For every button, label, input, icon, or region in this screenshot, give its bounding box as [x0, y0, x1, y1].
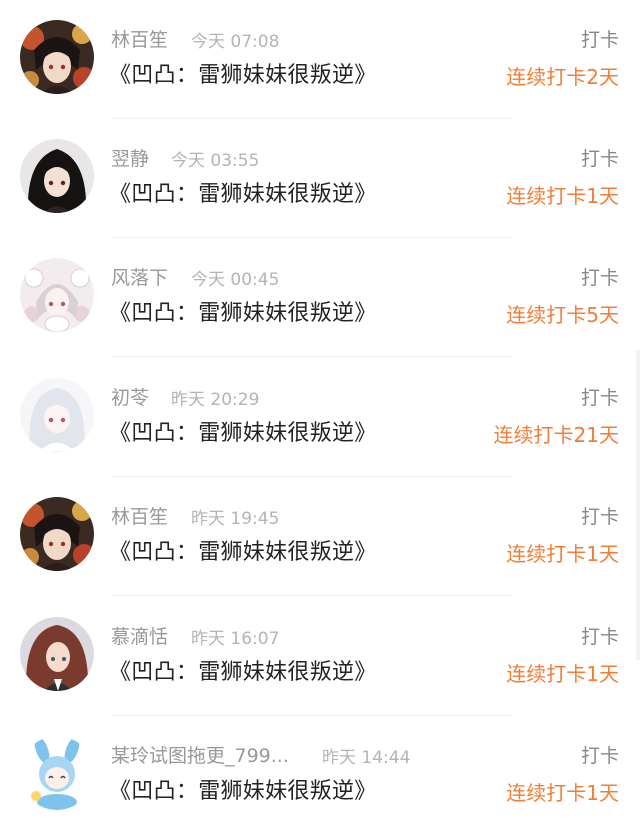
checkin-label: 打卡: [580, 745, 619, 767]
streak-badge: 连续打卡5天: [506, 303, 619, 327]
book-title[interactable]: 《凹凸：雷狮妹妹很叛逆》: [109, 176, 377, 208]
checkin-time: 昨天 16:07: [191, 629, 280, 649]
streak-badge: 连续打卡1天: [506, 781, 619, 805]
checkin-label: 打卡: [580, 506, 619, 528]
streak-badge: 连续打卡2天: [506, 65, 619, 89]
checkin-row[interactable]: 林百笙 今天 07:08 《凹凸：雷狮妹妹很叛逆》 打卡 连续打卡2天: [0, 4, 640, 124]
streak-badge: 连续打卡1天: [506, 662, 619, 686]
checkin-time: 今天 07:08: [191, 32, 280, 52]
book-title[interactable]: 《凹凸：雷狮妹妹很叛逆》: [109, 773, 377, 805]
checkin-row[interactable]: 某玲试图拖更_799... 昨天 14:44 《凹凸：雷狮妹妹很叛逆》 打卡 连…: [0, 720, 640, 838]
checkin-list: 林百笙 今天 07:08 《凹凸：雷狮妹妹很叛逆》 打卡 连续打卡2天 翌静 今…: [0, 0, 640, 838]
streak-badge: 连续打卡1天: [506, 184, 619, 208]
user-name[interactable]: 林百笙: [111, 502, 168, 529]
row-divider: [112, 237, 512, 238]
row-divider: [112, 595, 512, 596]
checkin-time: 昨天 14:44: [322, 748, 411, 768]
streak-badge: 连续打卡1天: [506, 542, 619, 566]
streak-badge: 连续打卡21天: [493, 423, 619, 447]
scrollbar-track[interactable]: [636, 350, 640, 660]
row-divider: [112, 715, 512, 716]
book-title[interactable]: 《凹凸：雷狮妹妹很叛逆》: [109, 295, 377, 327]
avatar[interactable]: [20, 378, 94, 452]
avatar[interactable]: [20, 497, 94, 571]
user-name[interactable]: 翌静: [111, 144, 149, 171]
checkin-row[interactable]: 翌静 今天 03:55 《凹凸：雷狮妹妹很叛逆》 打卡 连续打卡1天: [0, 123, 640, 243]
row-divider: [112, 476, 512, 477]
checkin-row[interactable]: 慕滴恬 昨天 16:07 《凹凸：雷狮妹妹很叛逆》 打卡 连续打卡1天: [0, 601, 640, 721]
avatar[interactable]: [20, 20, 94, 94]
book-title[interactable]: 《凹凸：雷狮妹妹很叛逆》: [109, 654, 377, 686]
avatar[interactable]: [20, 736, 94, 810]
user-name[interactable]: 某玲试图拖更_799...: [111, 741, 289, 768]
avatar[interactable]: [20, 139, 94, 213]
user-name[interactable]: 风落下: [111, 263, 168, 290]
user-name[interactable]: 慕滴恬: [111, 622, 168, 649]
user-name[interactable]: 林百笙: [111, 25, 168, 52]
checkin-time: 今天 03:55: [171, 151, 260, 171]
avatar[interactable]: [20, 617, 94, 691]
checkin-row[interactable]: 初苓 昨天 20:29 《凹凸：雷狮妹妹很叛逆》 打卡 连续打卡21天: [0, 362, 640, 482]
checkin-label: 打卡: [580, 267, 619, 289]
checkin-row[interactable]: 风落下 今天 00:45 《凹凸：雷狮妹妹很叛逆》 打卡 连续打卡5天: [0, 242, 640, 362]
checkin-label: 打卡: [580, 626, 619, 648]
row-divider: [112, 356, 512, 357]
checkin-time: 今天 00:45: [191, 270, 280, 290]
avatar[interactable]: [20, 258, 94, 332]
user-name[interactable]: 初苓: [111, 383, 149, 410]
book-title[interactable]: 《凹凸：雷狮妹妹很叛逆》: [109, 534, 377, 566]
checkin-label: 打卡: [580, 387, 619, 409]
checkin-label: 打卡: [580, 29, 619, 51]
checkin-time: 昨天 19:45: [191, 509, 280, 529]
book-title[interactable]: 《凹凸：雷狮妹妹很叛逆》: [109, 57, 377, 89]
checkin-label: 打卡: [580, 148, 619, 170]
row-divider: [112, 118, 512, 119]
checkin-row[interactable]: 林百笙 昨天 19:45 《凹凸：雷狮妹妹很叛逆》 打卡 连续打卡1天: [0, 481, 640, 601]
book-title[interactable]: 《凹凸：雷狮妹妹很叛逆》: [109, 415, 377, 447]
checkin-time: 昨天 20:29: [171, 390, 260, 410]
